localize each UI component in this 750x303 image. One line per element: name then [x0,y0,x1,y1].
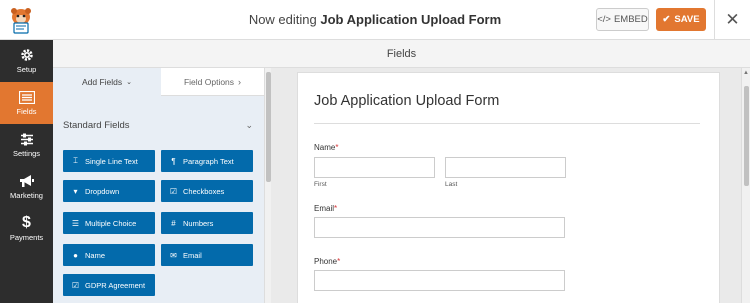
save-label: SAVE [674,14,700,25]
email-input[interactable] [314,217,565,238]
field-button-email[interactable]: ✉ Email [161,244,253,266]
save-button[interactable]: ✔ SAVE [656,8,706,31]
code-icon: </> [597,14,611,25]
user-icon: ● [73,250,78,260]
embed-button[interactable]: </> EMBED [596,8,649,31]
preview-scrollbar[interactable]: ▲ [741,68,750,303]
form-title[interactable]: Job Application Upload Form [314,93,499,109]
field-button-label: Dropdown [85,186,120,196]
checkbox-icon: ☑ [169,186,178,196]
field-button-single-line-text[interactable]: ⌶ Single Line Text [63,150,155,172]
field-button-label: Single Line Text [85,156,138,166]
field-button-checkboxes[interactable]: ☑ Checkboxes [161,180,253,202]
required-mark: * [337,257,341,266]
preview-scrollbar-thumb[interactable] [744,86,749,186]
field-button-label: Numbers [183,218,214,228]
text-cursor-icon: ⌶ [73,156,78,165]
field-button-label: Multiple Choice [85,218,137,228]
sidebar-item-fields[interactable]: Fields [0,82,53,124]
required-mark: * [334,204,338,213]
tab-field-options-label: Field Options [183,76,235,87]
title-prefix: Now editing [248,12,317,27]
chevron-down-icon: ⌄ [245,120,253,130]
field-button-gdpr-agreement[interactable]: ☑ GDPR Agreement [63,274,155,296]
field-button-paragraph-text[interactable]: ¶ Paragraph Text [161,150,253,172]
field-button-multiple-choice[interactable]: ☰ Multiple Choice [63,212,155,234]
sidebar-item-settings[interactable]: Settings [0,124,53,166]
email-label-text: Email [314,204,335,213]
builder-sidebar: Setup Fields Settings Marketing $ Paymen… [0,40,53,303]
form-preview: Job Application Upload Form Name* First … [297,72,720,303]
scroll-up-arrow-icon[interactable]: ▲ [743,70,749,76]
dollar-icon: $ [22,214,31,231]
first-name-input[interactable] [314,157,435,178]
name-field-label[interactable]: Name* [314,143,338,152]
sidebar-item-marketing[interactable]: Marketing [0,166,53,208]
required-mark: * [335,143,339,152]
field-button-dropdown[interactable]: ▾ Dropdown [63,180,155,202]
name-label-text: Name [314,143,336,152]
phone-input[interactable] [314,270,565,291]
chevron-down-icon: ⌄ [126,79,133,86]
sliders-icon [20,133,33,145]
field-button-label: Name [85,250,106,260]
top-bar: Now editing Job Application Upload Form … [0,0,750,40]
sidebar-item-label: Fields [16,106,37,116]
megaphone-icon [19,175,34,187]
tab-add-fields[interactable]: Add Fields ⌄ [53,68,161,96]
tab-add-fields-label: Add Fields [81,77,123,87]
last-name-input[interactable] [445,157,566,178]
field-button-label: GDPR Agreement [85,280,146,290]
tab-field-options[interactable]: Field Options › [161,68,264,96]
section-header: Fields [53,40,750,68]
field-button-name[interactable]: ● Name [63,244,155,266]
checkbox-icon: ☑ [71,280,80,290]
chevron-right-icon: › [238,76,242,87]
panel-scrollbar[interactable] [264,68,271,303]
first-sublabel: First [314,181,327,188]
field-button-label: Checkboxes [183,186,225,196]
sidebar-item-label: Payments [9,233,44,242]
field-button-numbers[interactable]: # Numbers [161,212,253,234]
standard-fields-group-toggle[interactable]: Standard Fields ⌄ [63,120,253,131]
sidebar-item-payments[interactable]: $ Payments [0,208,53,250]
hash-icon: # [171,218,176,228]
fields-list-icon [18,90,35,104]
sidebar-item-label: Settings [12,148,41,158]
checkmark-icon: ✔ [662,14,671,25]
title-divider [314,123,700,124]
dropdown-icon: ▾ [73,186,78,196]
embed-label: EMBED [613,14,648,25]
envelope-icon: ✉ [170,250,177,260]
close-icon: ✕ [725,10,740,29]
sidebar-item-label: Setup [16,65,37,74]
title-form-name: Job Application Upload Form [320,12,502,27]
field-button-label: Email [183,250,202,260]
gear-icon [20,49,33,61]
panel-tabs: Add Fields ⌄ Field Options › [53,68,264,96]
last-sublabel: Last [445,181,458,188]
field-button-label: Paragraph Text [183,156,234,166]
phone-field-label[interactable]: Phone* [314,257,340,266]
email-field-label[interactable]: Email* [314,204,337,213]
list-icon: ☰ [71,218,80,228]
paragraph-icon: ¶ [171,156,176,166]
sidebar-item-label: Marketing [10,191,43,200]
group-title: Standard Fields [63,120,130,131]
phone-label-text: Phone [314,257,338,266]
add-fields-panel: Add Fields ⌄ Field Options › Standard Fi… [53,68,264,303]
close-button[interactable]: ✕ [714,0,750,40]
sidebar-item-setup[interactable]: Setup [0,40,53,82]
